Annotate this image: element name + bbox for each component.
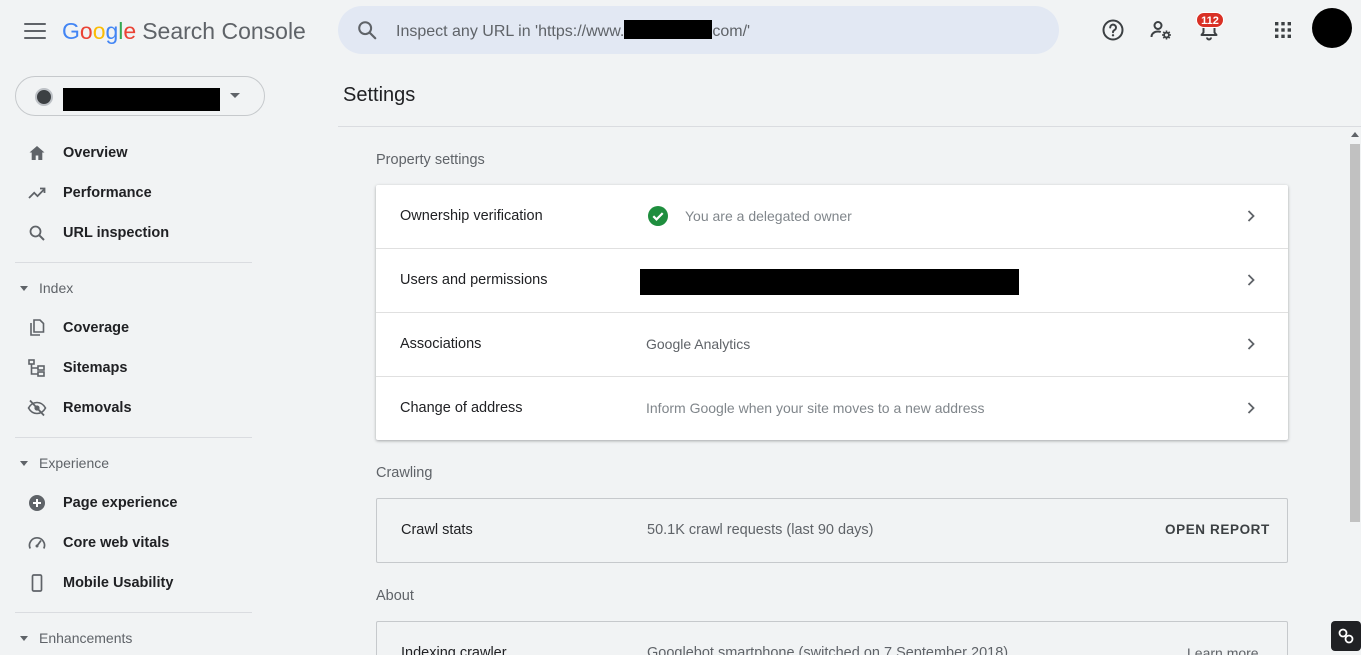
sitemap-icon <box>28 359 45 377</box>
row-value: Inform Google when your site moves to a … <box>646 400 985 416</box>
row-value: Googlebot smartphone (switched on 7 Sept… <box>647 645 1009 655</box>
notifications-count-badge: 112 <box>1196 12 1224 28</box>
top-app-bar: Google Search Console Inspect any URL in … <box>0 0 1361 62</box>
sidebar-item-url-inspection[interactable]: URL inspection <box>0 213 250 253</box>
collapse-triangle-icon <box>20 286 28 291</box>
collapse-triangle-icon <box>20 461 28 466</box>
sidebar-item-mobile-usability[interactable]: Mobile Usability <box>0 563 250 603</box>
collapse-triangle-icon <box>20 636 28 641</box>
redacted-value <box>640 269 1019 295</box>
trending-up-icon <box>28 187 46 199</box>
scrollbar-thumb[interactable] <box>1350 144 1360 522</box>
app-logo[interactable]: Google Search Console <box>62 16 306 46</box>
settings-row-associations[interactable]: Associations Google Analytics <box>376 313 1288 377</box>
sidebar-item-overview[interactable]: Overview <box>0 133 250 173</box>
sidebar-item-label: Coverage <box>63 320 130 336</box>
row-value: Google Analytics <box>646 336 751 352</box>
chevron-down-icon <box>230 93 240 98</box>
sidebar-section-label: Index <box>39 280 74 296</box>
row-name: Indexing crawler <box>401 645 507 655</box>
property-favicon-icon <box>35 88 53 106</box>
open-report-button[interactable]: OPEN REPORT <box>1165 522 1270 537</box>
sidebar-divider <box>15 262 252 263</box>
sidebar-nav: Overview Performance URL inspection Inde… <box>0 62 268 655</box>
product-name: Search Console <box>142 18 306 44</box>
placeholder-prefix: Inspect any URL in 'https://www. <box>396 23 625 40</box>
chevron-right-icon <box>1247 338 1255 350</box>
sidebar-item-label: Mobile Usability <box>63 575 174 591</box>
learn-more-link[interactable]: Learn more <box>1187 645 1259 655</box>
placeholder-suffix: com/' <box>712 23 751 40</box>
sidebar-section-experience[interactable]: Experience <box>0 445 250 481</box>
sidebar-item-sitemaps[interactable]: Sitemaps <box>0 348 250 388</box>
search-icon[interactable] <box>356 19 378 41</box>
sidebar-item-label: Sitemaps <box>63 360 128 376</box>
row-name: Crawl stats <box>401 522 473 538</box>
sidebar-item-page-experience[interactable]: Page experience <box>0 483 250 523</box>
smartphone-icon <box>31 574 43 592</box>
row-name: Change of address <box>400 400 523 416</box>
redacted-domain <box>624 20 713 39</box>
row-value: 50.1K crawl requests (last 90 days) <box>647 522 874 538</box>
row-name: Associations <box>400 336 482 352</box>
about-heading: About <box>376 588 414 604</box>
sidebar-section-enhancements[interactable]: Enhancements <box>0 620 250 655</box>
about-card: Indexing crawler Googlebot smartphone (s… <box>376 621 1288 655</box>
crawling-heading: Crawling <box>376 465 433 481</box>
search-icon <box>29 225 45 241</box>
settings-row-ownership-verification[interactable]: Ownership verification You are a delegat… <box>376 185 1288 249</box>
chevron-right-icon <box>1247 210 1255 222</box>
sidebar-item-label: URL inspection <box>63 225 170 241</box>
settings-row-users-and-permissions[interactable]: Users and permissions <box>376 249 1288 313</box>
sidebar-item-removals[interactable]: Removals <box>0 388 250 428</box>
property-settings-heading: Property settings <box>376 152 485 168</box>
copy-pages-icon <box>30 319 45 336</box>
sidebar-item-coverage[interactable]: Coverage <box>0 308 250 348</box>
sidebar-item-label: Overview <box>63 145 128 161</box>
sidebar-item-label: Removals <box>63 400 132 416</box>
chevron-right-icon <box>1247 402 1255 414</box>
sidebar-item-core-web-vitals[interactable]: Core web vitals <box>0 523 250 563</box>
title-divider <box>338 126 1361 127</box>
visibility-off-icon <box>27 399 47 417</box>
row-name: Users and permissions <box>400 272 548 288</box>
sidebar-item-label: Page experience <box>63 495 178 511</box>
settings-row-indexing-crawler: Indexing crawler Googlebot smartphone (s… <box>377 622 1287 655</box>
chevron-right-icon <box>1247 274 1255 286</box>
settings-row-change-of-address[interactable]: Change of address Inform Google when you… <box>376 377 1288 441</box>
sidebar-section-label: Experience <box>39 455 110 471</box>
sidebar-item-label: Performance <box>63 185 152 201</box>
help-icon[interactable] <box>1098 15 1128 45</box>
main-menu-icon[interactable] <box>22 20 48 42</box>
sidebar-divider <box>15 612 252 613</box>
speedometer-icon <box>28 536 46 549</box>
apps-grid-icon[interactable] <box>1268 15 1298 45</box>
sidebar-divider <box>15 437 252 438</box>
url-inspection-search-bar[interactable]: Inspect any URL in 'https://www. com/' <box>338 6 1059 54</box>
google-wordmark: Google <box>62 18 137 44</box>
search-placeholder[interactable]: Inspect any URL in 'https://www. com/' <box>396 20 750 41</box>
link-extension-icon[interactable] <box>1331 621 1361 651</box>
crawling-card: Crawl stats 50.1K crawl requests (last 9… <box>376 498 1288 563</box>
account-avatar[interactable] <box>1312 8 1352 48</box>
property-selector-dropdown[interactable] <box>15 76 265 116</box>
row-name: Ownership verification <box>400 208 543 224</box>
redacted-property-name <box>63 88 220 111</box>
home-icon <box>29 146 45 160</box>
sidebar-item-label: Core web vitals <box>63 535 170 551</box>
row-value: You are a delegated owner <box>685 208 852 224</box>
admin-settings-icon[interactable] <box>1146 15 1176 45</box>
scroll-up-arrow-icon[interactable] <box>1351 132 1359 137</box>
sidebar-item-performance[interactable]: Performance <box>0 173 250 213</box>
sidebar-section-index[interactable]: Index <box>0 270 250 306</box>
sidebar-section-label: Enhancements <box>39 630 133 646</box>
page-title: Settings <box>343 84 416 106</box>
settings-row-crawl-stats: Crawl stats 50.1K crawl requests (last 9… <box>377 499 1287 563</box>
check-circle-icon <box>648 206 668 226</box>
property-settings-card: Ownership verification You are a delegat… <box>376 185 1288 440</box>
add-circle-icon <box>29 495 45 511</box>
